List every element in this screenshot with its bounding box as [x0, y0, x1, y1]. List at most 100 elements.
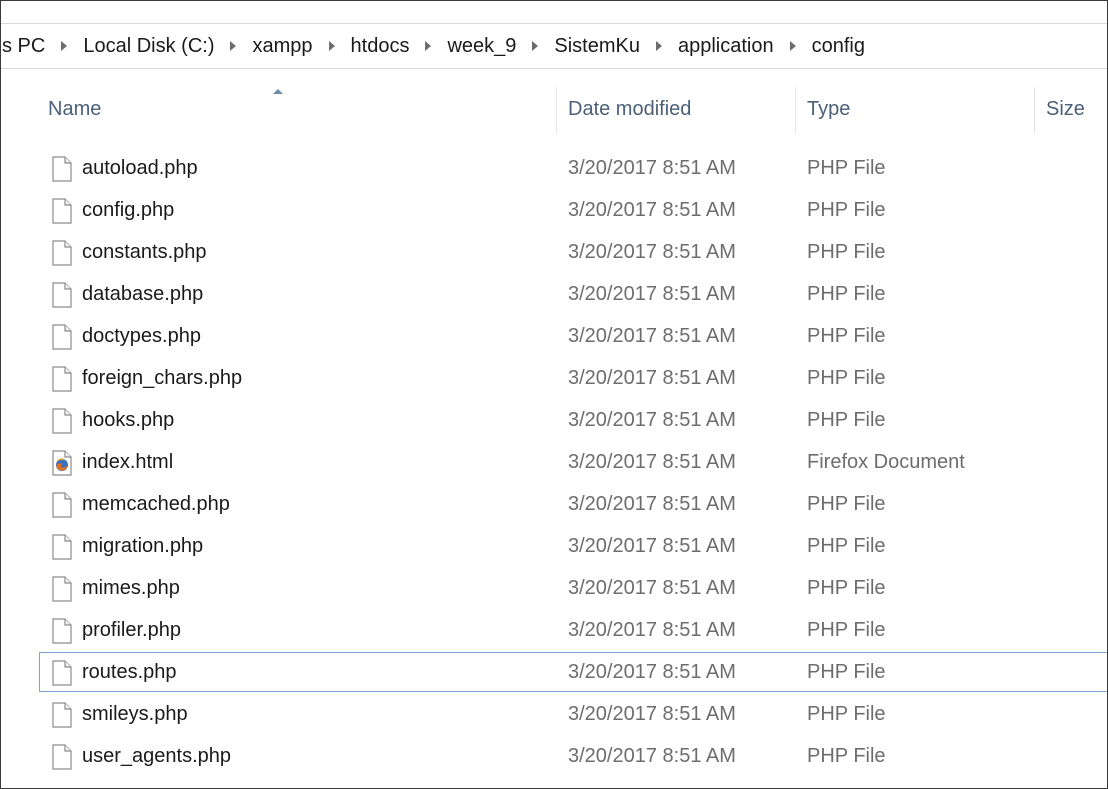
file-row[interactable]: doctypes.php 3/20/2017 8:51 AM PHP File	[1, 315, 1107, 357]
breadcrumb-item-xampp[interactable]: xampp	[250, 35, 314, 58]
blank-file-icon	[52, 534, 72, 560]
file-date-modified: 3/20/2017 8:51 AM	[568, 283, 736, 305]
file-name[interactable]: smileys.php	[82, 693, 188, 735]
file-type: PHP File	[807, 703, 886, 725]
file-date-modified: 3/20/2017 8:51 AM	[568, 157, 736, 179]
file-date-modified: 3/20/2017 8:51 AM	[568, 703, 736, 725]
file-row[interactable]: smileys.php 3/20/2017 8:51 AM PHP File	[1, 693, 1107, 735]
breadcrumb-item-application[interactable]: application	[676, 35, 776, 58]
file-row[interactable]: migration.php 3/20/2017 8:51 AM PHP File	[1, 525, 1107, 567]
breadcrumb-chevron-icon[interactable]	[425, 41, 432, 51]
blank-file-icon	[52, 156, 72, 182]
file-date-modified: 3/20/2017 8:51 AM	[568, 409, 736, 431]
file-date-modified: 3/20/2017 8:51 AM	[568, 493, 736, 515]
file-row[interactable]: database.php 3/20/2017 8:51 AM PHP File	[1, 273, 1107, 315]
file-name[interactable]: memcached.php	[82, 483, 230, 525]
blank-file-icon	[52, 366, 72, 392]
file-row[interactable]: mimes.php 3/20/2017 8:51 AM PHP File	[1, 567, 1107, 609]
breadcrumb-chevron-icon[interactable]	[230, 41, 237, 51]
breadcrumb[interactable]: s PC Local Disk (C:) xampp htdocs week_9…	[1, 23, 1107, 69]
file-date-modified: 3/20/2017 8:51 AM	[568, 745, 736, 767]
file-name[interactable]: profiler.php	[82, 609, 181, 651]
column-header-name[interactable]: Name	[48, 81, 553, 137]
column-header-type[interactable]: Type	[807, 81, 1027, 137]
file-type: PHP File	[807, 157, 886, 179]
breadcrumb-chevron-icon[interactable]	[532, 41, 539, 51]
file-row[interactable]: autoload.php 3/20/2017 8:51 AM PHP File	[1, 147, 1107, 189]
breadcrumb-item-week-9[interactable]: week_9	[445, 35, 518, 58]
blank-file-icon	[52, 282, 72, 308]
file-type: PHP File	[807, 409, 886, 431]
file-row[interactable]: index.html 3/20/2017 8:51 AM Firefox Docum…	[1, 441, 1107, 483]
file-date-modified: 3/20/2017 8:51 AM	[568, 535, 736, 557]
file-type: PHP File	[807, 283, 886, 305]
file-type: PHP File	[807, 619, 886, 641]
file-row[interactable]: routes.php 3/20/2017 8:51 AM PHP File	[1, 651, 1107, 693]
file-type: PHP File	[807, 745, 886, 767]
file-row[interactable]: profiler.php 3/20/2017 8:51 AM PHP File	[1, 609, 1107, 651]
blank-file-icon	[52, 618, 72, 644]
file-date-modified: 3/20/2017 8:51 AM	[568, 367, 736, 389]
file-name[interactable]: database.php	[82, 273, 203, 315]
file-date-modified: 3/20/2017 8:51 AM	[568, 199, 736, 221]
breadcrumb-chevron-icon[interactable]	[789, 41, 796, 51]
breadcrumb-item-this-pc[interactable]: s PC	[1, 35, 47, 58]
file-type: PHP File	[807, 493, 886, 515]
breadcrumb-item-local-disk[interactable]: Local Disk (C:)	[81, 35, 216, 58]
file-row[interactable]: hooks.php 3/20/2017 8:51 AM PHP File	[1, 399, 1107, 441]
file-type: Firefox Document	[807, 451, 965, 473]
file-name[interactable]: migration.php	[82, 525, 203, 567]
column-header-size[interactable]: Size	[1046, 81, 1106, 137]
breadcrumb-chevron-icon[interactable]	[328, 41, 335, 51]
file-type: PHP File	[807, 577, 886, 599]
file-type: PHP File	[807, 661, 886, 683]
file-date-modified: 3/20/2017 8:51 AM	[568, 577, 736, 599]
file-type: PHP File	[807, 325, 886, 347]
blank-file-icon	[52, 492, 72, 518]
file-name[interactable]: index.html	[82, 441, 173, 483]
file-name[interactable]: hooks.php	[82, 399, 174, 441]
file-name[interactable]: user_agents.php	[82, 735, 231, 777]
column-divider[interactable]	[795, 87, 796, 133]
blank-file-icon	[52, 408, 72, 434]
file-date-modified: 3/20/2017 8:51 AM	[568, 325, 736, 347]
blank-file-icon	[52, 198, 72, 224]
breadcrumb-item-htdocs[interactable]: htdocs	[349, 35, 412, 58]
file-date-modified: 3/20/2017 8:51 AM	[568, 619, 736, 641]
file-type: PHP File	[807, 367, 886, 389]
file-type: PHP File	[807, 199, 886, 221]
file-date-modified: 3/20/2017 8:51 AM	[568, 241, 736, 263]
file-name[interactable]: mimes.php	[82, 567, 180, 609]
breadcrumb-chevron-icon[interactable]	[61, 41, 68, 51]
blank-file-icon	[52, 702, 72, 728]
firefox-icon	[52, 450, 72, 476]
file-name[interactable]: constants.php	[82, 231, 207, 273]
blank-file-icon	[52, 324, 72, 350]
blank-file-icon	[52, 240, 72, 266]
file-name[interactable]: doctypes.php	[82, 315, 201, 357]
column-divider[interactable]	[556, 87, 557, 133]
column-header-date-modified[interactable]: Date modified	[568, 81, 788, 137]
file-row[interactable]: user_agents.php 3/20/2017 8:51 AM PHP File	[1, 735, 1107, 777]
file-type: PHP File	[807, 535, 886, 557]
blank-file-icon	[52, 744, 72, 770]
file-date-modified: 3/20/2017 8:51 AM	[568, 451, 736, 473]
breadcrumb-item-config[interactable]: config	[810, 35, 867, 58]
file-name[interactable]: foreign_chars.php	[82, 357, 242, 399]
file-name[interactable]: config.php	[82, 189, 174, 231]
file-explorer-window: s PC Local Disk (C:) xampp htdocs week_9…	[0, 0, 1108, 789]
file-type: PHP File	[807, 241, 886, 263]
file-row[interactable]: constants.php 3/20/2017 8:51 AM PHP File	[1, 231, 1107, 273]
column-divider[interactable]	[1034, 87, 1035, 133]
file-list: autoload.php 3/20/2017 8:51 AM PHP File con…	[1, 147, 1107, 777]
file-row[interactable]: config.php 3/20/2017 8:51 AM PHP File	[1, 189, 1107, 231]
column-header-bar: Name Date modified Type Size	[1, 81, 1107, 137]
file-row[interactable]: memcached.php 3/20/2017 8:51 AM PHP File	[1, 483, 1107, 525]
file-name[interactable]: routes.php	[82, 651, 177, 693]
breadcrumb-chevron-icon[interactable]	[655, 41, 662, 51]
breadcrumb-item-sistemku[interactable]: SistemKu	[552, 35, 642, 58]
blank-file-icon	[52, 576, 72, 602]
file-row[interactable]: foreign_chars.php 3/20/2017 8:51 AM PHP Fi…	[1, 357, 1107, 399]
file-name[interactable]: autoload.php	[82, 147, 198, 189]
blank-file-icon	[52, 660, 72, 686]
